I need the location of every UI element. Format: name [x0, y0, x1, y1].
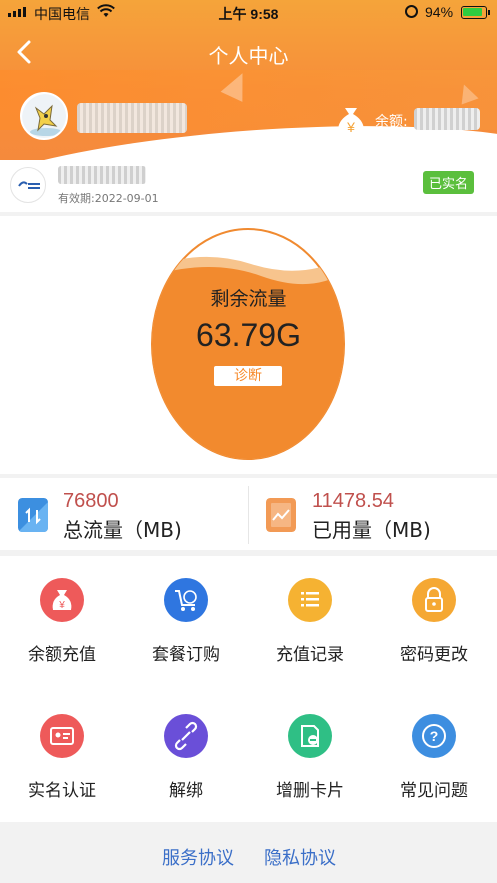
menu-item-label: 常见问题 — [400, 781, 468, 801]
used-traffic-label: 已用量（MB) — [312, 518, 431, 542]
menu-item-label: 密码更改 — [400, 645, 468, 665]
total-traffic-icon — [18, 498, 48, 532]
used-traffic-icon — [266, 498, 296, 532]
unlink-icon — [164, 714, 208, 758]
page-title: 个人中心 — [208, 44, 289, 68]
menu-item-manage-cards[interactable]: 增删卡片 — [248, 692, 372, 802]
menu-item-label: 增删卡片 — [276, 781, 344, 801]
menu-item-unbind[interactable]: 解绑 — [124, 692, 248, 802]
function-grid: ¥ 余额充值 套餐订购 充值记录 密码更改 实名认证 解绑 增删卡片 ? 常见问… — [0, 556, 497, 822]
menu-item-label: 余额充值 — [28, 645, 96, 665]
expiry-date: 有效期:2022-09-01 — [58, 192, 159, 205]
money-bag-icon: ¥ — [40, 578, 84, 622]
cart-icon — [164, 578, 208, 622]
used-traffic-value: 11478.54 — [312, 490, 394, 512]
menu-item-label: 套餐订购 — [152, 645, 220, 665]
lock-icon — [412, 578, 456, 622]
menu-item-faq[interactable]: ? 常见问题 — [372, 692, 496, 802]
remaining-data-panel: 剩余流量 63.79G 诊断 — [0, 216, 497, 474]
orientation-lock-icon — [405, 5, 418, 18]
profile-header — [0, 0, 497, 165]
card-number-redacted — [58, 166, 146, 184]
card-info-row: 有效期:2022-09-01 已实名 — [0, 160, 497, 212]
username-redacted — [77, 103, 187, 133]
balance-label: 余额: — [375, 114, 408, 130]
battery-percent: 94% — [425, 4, 454, 20]
usage-stats: 76800 总流量（MB) 11478.54 已用量（MB) — [0, 478, 497, 550]
clock: 上午 9:58 — [218, 6, 279, 22]
china-telecom-logo — [10, 167, 46, 203]
avatar[interactable] — [20, 92, 68, 140]
balance-redacted — [414, 108, 480, 130]
svg-text:?: ? — [430, 728, 439, 744]
money-bag-icon: ¥ — [338, 108, 364, 136]
menu-item-label: 解绑 — [169, 781, 203, 801]
svg-text:¥: ¥ — [58, 600, 65, 611]
list-icon — [288, 578, 332, 622]
id-card-icon — [40, 714, 84, 758]
remaining-data-value: 63.79G — [196, 317, 301, 353]
total-traffic-value: 76800 — [63, 490, 119, 512]
privacy-agreement-link[interactable]: 隐私协议 — [264, 844, 336, 870]
nav-bar: 个人中心 — [0, 30, 497, 74]
remaining-data-title: 剩余流量 — [210, 288, 287, 310]
menu-item-label: 充值记录 — [276, 645, 344, 665]
menu-item-package-order[interactable]: 套餐订购 — [124, 556, 248, 666]
diagnose-button[interactable]: 诊断 — [214, 366, 282, 386]
menu-item-recharge[interactable]: ¥ 余额充值 — [0, 556, 124, 666]
menu-item-real-name-auth[interactable]: 实名认证 — [0, 692, 124, 802]
service-agreement-link[interactable]: 服务协议 — [162, 844, 234, 870]
status-bar: 中国电信 上午 9:58 94% — [0, 0, 497, 24]
battery-icon — [461, 6, 490, 19]
menu-item-change-password[interactable]: 密码更改 — [372, 556, 496, 666]
svg-text:¥: ¥ — [346, 119, 355, 135]
menu-item-recharge-history[interactable]: 充值记录 — [248, 556, 372, 666]
menu-item-label: 实名认证 — [28, 781, 96, 801]
total-traffic-label: 总流量（MB) — [63, 518, 182, 542]
help-icon: ? — [412, 714, 456, 758]
verified-badge: 已实名 — [423, 171, 475, 194]
footer: 服务协议 隐私协议 — [0, 822, 497, 883]
sim-card-icon — [288, 714, 332, 758]
